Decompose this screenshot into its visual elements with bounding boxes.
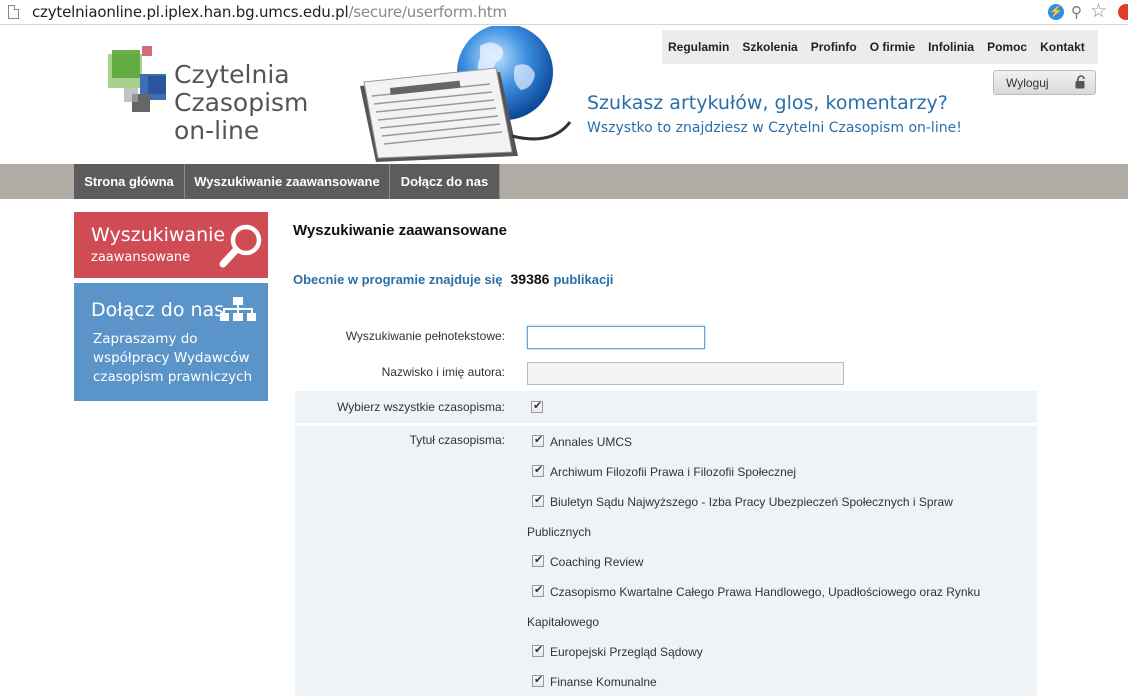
top-nav-regulamin[interactable]: Regulamin [668, 40, 729, 54]
top-nav-pomoc[interactable]: Pomoc [987, 40, 1027, 54]
journal-title-continuation: Publicznych [527, 525, 592, 539]
network-icon [220, 297, 256, 321]
journal-checkbox[interactable] [532, 583, 544, 597]
sidebar-join-title: Dołącz do nas [91, 299, 225, 321]
tab-strona-glowna[interactable]: Strona główna [74, 164, 185, 199]
tagline-subheading: Wszystko to znajdziesz w Czytelni Czasop… [587, 120, 962, 136]
logo-line: on-line [174, 116, 260, 145]
journal-title: Finanse Komunalne [550, 675, 657, 689]
top-nav-profinfo[interactable]: Profinfo [811, 40, 857, 54]
count-suffix: publikacji [553, 272, 614, 287]
globe-newspaper-image [360, 26, 572, 162]
journal-title: Europejski Przegląd Sądowy [550, 645, 703, 659]
sidebar-join-box[interactable]: Dołącz do nas Zapraszamy do współpracy W… [74, 283, 268, 401]
author-label: Nazwisko i imię autora: [381, 365, 505, 379]
journal-title-label: Tytuł czasopisma: [409, 433, 505, 447]
journal-checkbox[interactable] [532, 673, 544, 687]
logo-text[interactable]: Czytelnia Czasopism on-line [174, 61, 308, 145]
fulltext-input[interactable] [527, 326, 705, 349]
key-icon[interactable]: ⚲ [1071, 3, 1082, 21]
sidebar-search-subtitle: zaawansowane [91, 250, 191, 265]
page-icon [8, 5, 19, 19]
select-all-row: Wybierz wszystkie czasopisma: [295, 391, 1037, 423]
logout-button[interactable]: Wyloguj [993, 70, 1096, 95]
logo-line: Czytelnia [174, 60, 290, 89]
journal-checkbox[interactable] [532, 643, 544, 657]
url-path: /secure/userform.htm [348, 3, 507, 21]
journal-title-continuation: Kapitałowego [527, 615, 600, 629]
extension-icon[interactable]: ⚡ [1048, 4, 1064, 20]
sidebar-search-title: Wyszukiwanie [91, 224, 226, 246]
tab-wyszukiwanie-zaawansowane[interactable]: Wyszukiwanie zaawansowane [185, 164, 390, 199]
journal-title: Coaching Review [550, 555, 644, 569]
site-header: Czytelnia Czasopism on-line Szukasz arty… [0, 26, 1128, 164]
main-navigation: Strona główna Wyszukiwanie zaawansowane … [0, 164, 1128, 199]
journal-title: Czasopismo Kwartalne Całego Prawa Handlo… [550, 585, 981, 599]
browser-address-bar: czytelniaonline.pl.iplex.han.bg.umcs.edu… [0, 0, 1128, 25]
publication-count: Obecnie w programie znajduje się 39386 pub… [293, 271, 613, 287]
page-title: Wyszukiwanie zaawansowane [293, 222, 507, 239]
sidebar-join-text: Zapraszamy do współpracy Wydawców czasop… [93, 331, 253, 385]
journal-checkbox[interactable] [532, 463, 544, 477]
journal-title: Biuletyn Sądu Najwyższego - Izba Pracy U… [550, 495, 953, 509]
journal-title: Annales UMCS [550, 435, 633, 449]
lock-icon [1075, 75, 1085, 89]
journal-checkbox[interactable] [532, 493, 544, 507]
select-all-label: Wybierz wszystkie czasopisma: [337, 400, 505, 414]
url-field[interactable]: czytelniaonline.pl.iplex.han.bg.umcs.edu… [32, 3, 507, 21]
logo-line: Czasopism [174, 88, 309, 117]
journal-title: Archiwum Filozofii Prawa i Filozofii Spo… [550, 465, 797, 479]
tab-dolacz-do-nas[interactable]: Dołącz do nas [390, 164, 500, 199]
top-navigation: Regulamin Szkolenia Profinfo O firmie In… [662, 30, 1098, 64]
logout-label: Wyloguj [1006, 76, 1049, 90]
magnifier-icon [219, 224, 262, 268]
top-nav-o-firmie[interactable]: O firmie [870, 40, 915, 54]
journal-checkbox[interactable] [532, 553, 544, 567]
logo-icon[interactable] [108, 46, 168, 118]
top-nav-infolinia[interactable]: Infolinia [928, 40, 974, 54]
top-nav-szkolenia[interactable]: Szkolenia [742, 40, 797, 54]
sidebar-search-box[interactable]: Wyszukiwanie zaawansowane [74, 212, 268, 278]
tagline-heading: Szukasz artykułów, glos, komentarzy? [587, 92, 948, 114]
stop-icon[interactable] [1118, 4, 1128, 20]
author-input[interactable] [527, 362, 844, 385]
top-nav-kontakt[interactable]: Kontakt [1040, 40, 1085, 54]
star-icon[interactable]: ☆ [1090, 0, 1107, 23]
journal-checkbox[interactable] [532, 433, 544, 447]
count-value: 39386 [510, 271, 550, 287]
select-all-checkbox[interactable] [531, 399, 543, 413]
count-prefix: Obecnie w programie znajduje się [293, 272, 503, 287]
url-host: czytelniaonline.pl.iplex.han.bg.umcs.edu… [32, 3, 349, 21]
fulltext-label: Wyszukiwanie pełnotekstowe: [345, 329, 505, 343]
